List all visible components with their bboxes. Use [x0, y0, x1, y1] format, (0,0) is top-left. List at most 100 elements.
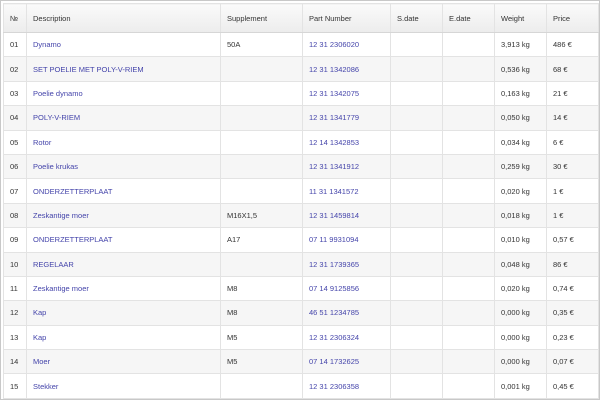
cell-price: 1 € — [546, 178, 599, 204]
cell-e-date — [442, 373, 495, 399]
cell-price: 68 € — [546, 56, 599, 82]
cell-num: 01 — [3, 31, 27, 58]
cell-price: 21 € — [546, 80, 599, 107]
cell-s-date — [390, 373, 443, 399]
parts-list-panel: № Description Supplement Part Number S.d… — [0, 0, 600, 400]
cell-weight: 0,020 kg — [494, 178, 547, 204]
cell-weight: 0,000 kg — [494, 349, 547, 375]
cell-description-link[interactable]: Rotor — [26, 129, 221, 155]
cell-supplement: M8 — [220, 300, 303, 326]
cell-s-date — [390, 324, 443, 351]
cell-num: 05 — [3, 129, 27, 155]
cell-num: 02 — [3, 56, 27, 82]
cell-weight: 0,000 kg — [494, 300, 547, 326]
cell-description-link[interactable]: Poelie dynamo — [26, 80, 221, 107]
cell-num: 14 — [3, 349, 27, 375]
cell-supplement: A17 — [220, 227, 303, 253]
cell-e-date — [442, 129, 495, 155]
cell-description-link[interactable]: ONDERZETTERPLAAT — [26, 178, 221, 204]
cell-s-date — [390, 129, 443, 155]
cell-e-date — [442, 56, 495, 82]
cell-e-date — [442, 202, 495, 229]
cell-description-link[interactable]: Zeskantige moer — [26, 275, 221, 302]
table-row: 07 ONDERZETTERPLAAT 11 31 1341572 0,020 … — [3, 178, 599, 204]
cell-part-number-link[interactable]: 12 31 2306358 — [302, 373, 391, 399]
cell-num: 03 — [3, 80, 27, 107]
column-header-part-number: Part Number — [302, 3, 391, 33]
column-header-e-date: E.date — [442, 3, 495, 33]
table-row: 15 Stekker 12 31 2306358 0,001 kg 0,45 € — [3, 373, 599, 399]
cell-s-date — [390, 251, 443, 277]
cell-part-number-link[interactable]: 12 31 1341779 — [302, 105, 391, 131]
cell-price: 0,35 € — [546, 300, 599, 326]
cell-num: 10 — [3, 251, 27, 277]
table-row: 13 Kap M5 12 31 2306324 0,000 kg 0,23 € — [3, 324, 599, 351]
cell-weight: 0,048 kg — [494, 251, 547, 277]
cell-weight: 0,020 kg — [494, 275, 547, 302]
cell-part-number-link[interactable]: 11 31 1341572 — [302, 178, 391, 204]
cell-price: 0,23 € — [546, 324, 599, 351]
cell-description-link[interactable]: Poelie krukas — [26, 153, 221, 180]
cell-description-link[interactable]: Kap — [26, 324, 221, 351]
cell-part-number-link[interactable]: 12 31 1342086 — [302, 56, 391, 82]
cell-s-date — [390, 153, 443, 180]
cell-part-number-link[interactable]: 12 31 2306324 — [302, 324, 391, 351]
cell-num: 12 — [3, 300, 27, 326]
cell-description-link[interactable]: ONDERZETTERPLAAT — [26, 227, 221, 253]
cell-weight: 0,010 kg — [494, 227, 547, 253]
cell-price: 1 € — [546, 202, 599, 229]
cell-part-number-link[interactable]: 12 31 2306020 — [302, 31, 391, 58]
cell-description-link[interactable]: POLY-V-RIEM — [26, 105, 221, 131]
cell-description-link[interactable]: Dynamo — [26, 31, 221, 58]
cell-supplement: M8 — [220, 275, 303, 302]
cell-part-number-link[interactable]: 07 14 1732625 — [302, 349, 391, 375]
cell-weight: 0,034 kg — [494, 129, 547, 155]
cell-supplement — [220, 80, 303, 107]
cell-price: 86 € — [546, 251, 599, 277]
cell-weight: 0,001 kg — [494, 373, 547, 399]
cell-supplement — [220, 153, 303, 180]
cell-description-link[interactable]: REGELAAR — [26, 251, 221, 277]
cell-description-link[interactable]: SET POELIE MET POLY-V-RIEM — [26, 56, 221, 82]
cell-description-link[interactable]: Kap — [26, 300, 221, 326]
cell-price: 6 € — [546, 129, 599, 155]
cell-e-date — [442, 105, 495, 131]
cell-s-date — [390, 105, 443, 131]
cell-num: 07 — [3, 178, 27, 204]
cell-price: 0,07 € — [546, 349, 599, 375]
table-header-row: № Description Supplement Part Number S.d… — [3, 3, 599, 33]
cell-e-date — [442, 275, 495, 302]
cell-description-link[interactable]: Moer — [26, 349, 221, 375]
cell-part-number-link[interactable]: 12 14 1342853 — [302, 129, 391, 155]
cell-part-number-link[interactable]: 12 31 1341912 — [302, 153, 391, 180]
column-header-num: № — [3, 3, 27, 33]
cell-part-number-link[interactable]: 07 11 9931094 — [302, 227, 391, 253]
cell-part-number-link[interactable]: 46 51 1234785 — [302, 300, 391, 326]
cell-e-date — [442, 324, 495, 351]
cell-part-number-link[interactable]: 12 31 1342075 — [302, 80, 391, 107]
column-header-s-date: S.date — [390, 3, 443, 33]
cell-supplement — [220, 373, 303, 399]
cell-e-date — [442, 153, 495, 180]
cell-supplement — [220, 251, 303, 277]
cell-part-number-link[interactable]: 12 31 1739365 — [302, 251, 391, 277]
cell-price: 14 € — [546, 105, 599, 131]
cell-weight: 0,163 kg — [494, 80, 547, 107]
cell-s-date — [390, 300, 443, 326]
cell-part-number-link[interactable]: 12 31 1459814 — [302, 202, 391, 229]
table-row: 05 Rotor 12 14 1342853 0,034 kg 6 € — [3, 129, 599, 155]
cell-supplement: M5 — [220, 349, 303, 375]
cell-weight: 0,000 kg — [494, 324, 547, 351]
column-header-supplement: Supplement — [220, 3, 303, 33]
table-row: 09 ONDERZETTERPLAAT A17 07 11 9931094 0,… — [3, 227, 599, 253]
cell-part-number-link[interactable]: 07 14 9125856 — [302, 275, 391, 302]
cell-weight: 3,913 kg — [494, 31, 547, 58]
cell-description-link[interactable]: Zeskantige moer — [26, 202, 221, 229]
cell-num: 11 — [3, 275, 27, 302]
column-header-price: Price — [546, 3, 599, 33]
table-row: 10 REGELAAR 12 31 1739365 0,048 kg 86 € — [3, 251, 599, 277]
cell-e-date — [442, 227, 495, 253]
cell-description-link[interactable]: Stekker — [26, 373, 221, 399]
cell-e-date — [442, 300, 495, 326]
cell-price: 0,57 € — [546, 227, 599, 253]
